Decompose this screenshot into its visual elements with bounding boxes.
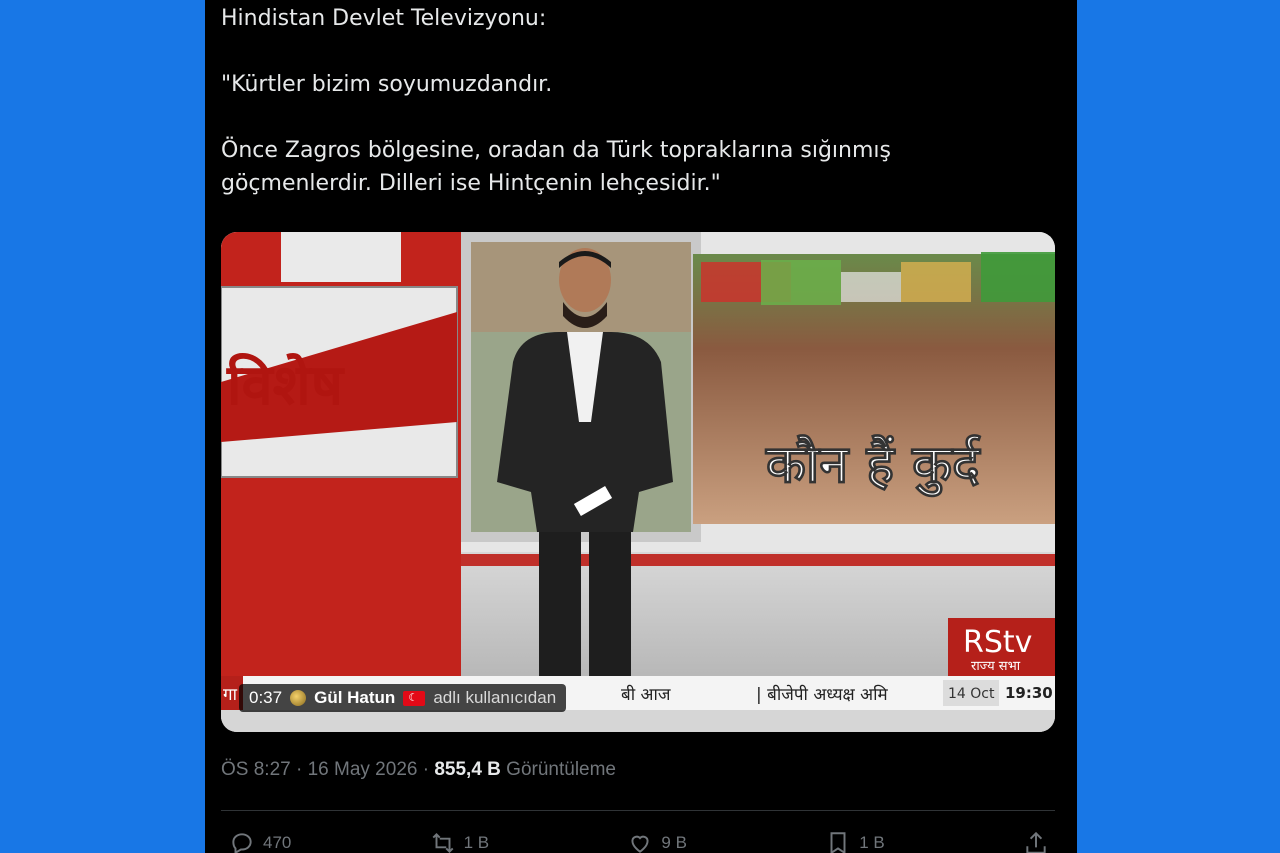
view-count: 855,4 B <box>434 759 501 780</box>
avatar <box>290 690 307 706</box>
views-label: Görüntüleme <box>500 759 617 780</box>
like-button[interactable]: 9 B <box>627 828 687 853</box>
bookmark-count: 1 B <box>859 833 885 852</box>
channel-logo-subtext: राज्य सभा <box>971 659 1021 674</box>
video-time: 0:37 <box>249 688 283 707</box>
reply-icon <box>232 833 252 853</box>
divider <box>221 810 1055 811</box>
right-caption-text: कौन हैं कुर्द <box>765 434 981 497</box>
action-bar: 470 1 B 9 B 1 B <box>229 828 1049 853</box>
ticker-left: गा <box>223 685 238 705</box>
reply-button[interactable]: 470 <box>229 828 291 853</box>
repost-count: 1 B <box>463 833 490 852</box>
tweet-text: Hindistan Devlet Televizyonu: "Kürtler b… <box>221 2 1041 200</box>
tweet-line: "Kürtler bizim soyumuzdandır. <box>221 72 553 97</box>
bookmark-button[interactable]: 1 B <box>825 828 885 853</box>
ticker-date: 14 Oct <box>948 686 995 702</box>
share-button[interactable] <box>1023 828 1049 853</box>
timestamp[interactable]: ÖS 8:27 · 16 May 2026 · <box>221 759 434 780</box>
reply-count: 470 <box>263 833 292 852</box>
tweet-line: göçmenlerdir. Dilleri ise Hintçenin lehç… <box>221 171 721 196</box>
channel-logo-text: RStv <box>963 625 1032 660</box>
tweet-line: Hindistan Devlet Televizyonu: <box>221 6 547 31</box>
heart-icon <box>631 835 649 853</box>
ticker-time: 19:30 <box>1005 684 1053 702</box>
share-icon <box>1026 831 1046 853</box>
video-frame: विशेष कौन हैं कुर्द RStv राज्य सभा गा बी… <box>221 232 1055 732</box>
ticker-mid: बी आज <box>621 684 671 705</box>
ticker-right: | बीजेपी अध्यक्ष अमि <box>756 684 889 705</box>
source-user-name[interactable]: Gül Hatun <box>314 688 395 708</box>
source-suffix: adlı kullanıcıdan <box>433 688 557 707</box>
bookmark-icon <box>830 832 846 853</box>
tweet-card: Hindistan Devlet Televizyonu: "Kürtler b… <box>205 0 1077 853</box>
left-banner-text: विशेष <box>226 352 346 418</box>
repost-icon <box>432 832 454 853</box>
video-overlay: 0:37 Gül Hatun adlı kullanıcıdan <box>239 684 567 712</box>
tweet-meta: ÖS 8:27 · 16 May 2026 · 855,4 B Görüntül… <box>221 759 616 781</box>
like-count: 9 B <box>661 833 687 852</box>
repost-button[interactable]: 1 B <box>430 828 490 853</box>
video-player[interactable]: विशेष कौन हैं कुर्द RStv राज्य सभा गा बी… <box>221 232 1055 732</box>
tweet-line: Önce Zagros bölgesine, oradan da Türk to… <box>221 138 891 163</box>
turkey-flag-icon <box>403 690 426 706</box>
